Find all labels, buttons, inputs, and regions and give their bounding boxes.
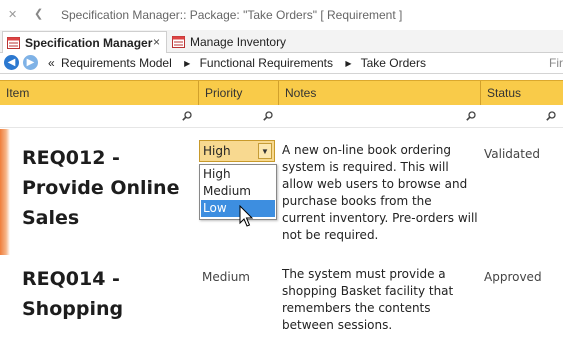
search-icon[interactable] <box>546 110 556 121</box>
search-icon[interactable] <box>263 110 273 121</box>
item-status[interactable]: Validated <box>484 147 540 161</box>
priority-option-low[interactable]: Low <box>201 200 275 217</box>
priority-dropdown-list: High Medium Low <box>199 164 277 220</box>
column-header-status[interactable]: Status <box>481 81 563 105</box>
find-label: Fir <box>549 56 563 70</box>
chevron-down-icon[interactable]: ▼ <box>258 143 272 159</box>
breadcrumb: « Requirements Model ▶ Functional Requir… <box>48 56 429 70</box>
filter-row <box>0 105 563 128</box>
forward-button[interactable]: ▶ <box>23 55 38 70</box>
breadcrumb-item[interactable]: Functional Requirements <box>200 56 333 70</box>
priority-option-high[interactable]: High <box>201 166 275 183</box>
column-header-priority[interactable]: Priority <box>199 81 279 105</box>
item-notes[interactable]: The system must provide a shopping Baske… <box>282 266 478 334</box>
chevron-down-icon[interactable]: ❮ <box>34 7 43 20</box>
table-row[interactable]: REQ012 - Provide Online Sales A new on-l… <box>0 129 563 255</box>
inventory-icon <box>172 35 185 48</box>
close-icon[interactable]: × <box>153 35 160 49</box>
column-header-notes[interactable]: Notes <box>279 81 481 105</box>
tab-label: Manage Inventory <box>190 34 287 49</box>
pin-icon[interactable]: ✕ <box>8 8 17 21</box>
breadcrumb-item[interactable]: Take Orders <box>361 56 426 70</box>
item-name[interactable]: REQ014 - Shopping <box>22 264 194 324</box>
item-status[interactable]: Approved <box>484 270 542 284</box>
item-name[interactable]: REQ012 - Provide Online Sales <box>22 143 194 233</box>
window-title: Specification Manager:: Package: "Take O… <box>61 8 403 22</box>
specification-icon <box>7 36 20 49</box>
window-title-bar: ✕ ❮ Specification Manager:: Package: "Ta… <box>0 0 563 30</box>
tab-manage-inventory[interactable]: Manage Inventory <box>168 31 298 52</box>
search-icon[interactable] <box>182 110 192 121</box>
grid-header: Item Priority Notes Status <box>0 80 563 106</box>
breadcrumb-item[interactable]: Requirements Model <box>61 56 172 70</box>
navigation-bar: ◀ ▶ « Requirements Model ▶ Functional Re… <box>0 53 563 74</box>
breadcrumb-separator-icon[interactable]: ▶ <box>184 59 190 68</box>
priority-select[interactable]: High ▼ <box>199 140 275 162</box>
tab-specification-manager[interactable]: Specification Manager × <box>2 31 167 53</box>
table-row[interactable]: REQ014 - Shopping Medium The system must… <box>0 255 563 349</box>
breadcrumb-overflow[interactable]: « <box>48 56 55 70</box>
priority-option-medium[interactable]: Medium <box>201 183 275 200</box>
priority-select-value: High <box>203 144 231 158</box>
breadcrumb-separator-icon[interactable]: ▶ <box>345 59 351 68</box>
column-header-item[interactable]: Item <box>0 81 199 105</box>
item-priority[interactable]: Medium <box>202 270 250 284</box>
tab-label: Specification Manager <box>25 35 153 50</box>
search-icon[interactable] <box>466 110 476 121</box>
mouse-cursor-icon <box>239 205 254 227</box>
tab-strip: Specification Manager × Manage Inventory <box>0 30 563 53</box>
row-selection-indicator <box>0 129 10 255</box>
item-notes[interactable]: A new on-line book ordering system is re… <box>282 142 478 244</box>
back-button[interactable]: ◀ <box>4 55 19 70</box>
